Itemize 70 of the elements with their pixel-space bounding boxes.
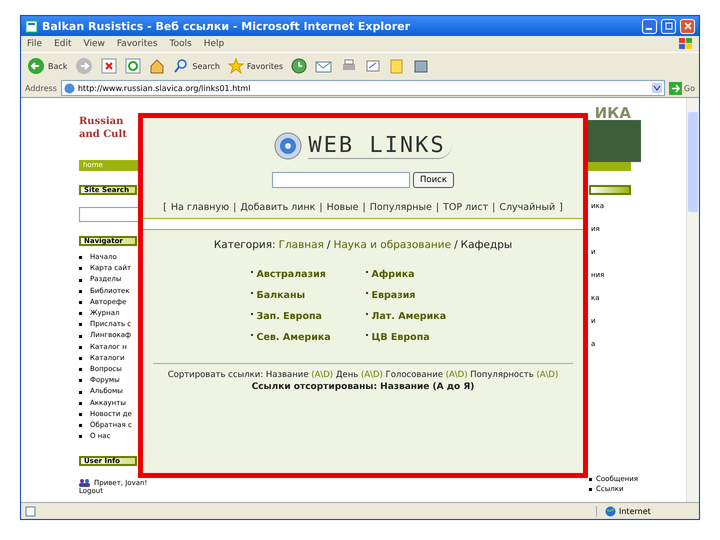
refresh-icon[interactable] <box>125 58 142 74</box>
separator-text: / <box>454 239 458 251</box>
history-icon[interactable] <box>291 58 308 74</box>
window-title: Balkan Rusistics - Веб ссылки - Microsoft Internet Explorer <box>42 20 412 32</box>
menu-item[interactable]: Tools <box>170 39 192 49</box>
nav-link[interactable]: Новые <box>326 202 358 213</box>
nav-link[interactable]: TOP лист <box>443 202 488 213</box>
sort-options-text: Сортировать ссылки: Название (A\D) День (A\D) Голосование (A\D) Популярность (A\D) <box>166 370 560 380</box>
category-link[interactable]: Зап. Европа <box>250 311 366 322</box>
site-banner-title: ИКА <box>594 104 631 122</box>
forward-icon[interactable] <box>75 57 94 75</box>
address-label: Address <box>25 84 57 92</box>
star-icon <box>228 58 244 74</box>
category-link[interactable]: Лат. Америка <box>366 311 466 322</box>
nav-link[interactable]: Добавить линк <box>240 202 316 213</box>
search-field[interactable] <box>272 172 410 188</box>
category-link[interactable]: ЦВ Европа <box>366 332 466 343</box>
restore-icon <box>664 22 672 30</box>
close-icon <box>684 22 692 30</box>
close-button[interactable] <box>680 18 695 34</box>
breadcrumb-current: Кафедры <box>460 239 512 251</box>
users-icon <box>79 478 90 488</box>
category-link[interactable]: Евразия <box>366 290 466 301</box>
search-button[interactable]: Поиск <box>413 172 454 188</box>
scrollbar[interactable] <box>686 98 699 502</box>
menu-item[interactable]: Edit <box>54 39 72 49</box>
nav-link[interactable]: Популярные <box>370 202 432 213</box>
search-icon <box>173 58 190 74</box>
separator-text: | <box>233 202 236 213</box>
separator-text: | <box>436 202 440 213</box>
separator-text: | <box>319 202 323 213</box>
search-button[interactable]: Search <box>173 58 220 74</box>
stop-icon[interactable] <box>101 58 118 74</box>
folder-icon[interactable] <box>389 58 406 74</box>
separator-text: | <box>362 202 366 213</box>
menu-item[interactable]: View <box>84 39 105 49</box>
breadcrumb-link[interactable]: Наука и образование <box>333 239 452 251</box>
zone-label: Internet <box>619 506 651 516</box>
breadcrumb-link[interactable]: Главная <box>278 239 324 251</box>
nav-link[interactable]: На главную <box>170 202 230 213</box>
bracket-text: ] <box>559 202 563 213</box>
site-tagline: Russian and Cult <box>79 115 127 141</box>
go-arrow-icon <box>668 82 682 94</box>
windows-logo-icon <box>679 38 693 50</box>
menu-item[interactable]: Favorites <box>116 39 158 49</box>
go-button[interactable]: Go <box>668 82 695 94</box>
category-link[interactable]: Сев. Америка <box>250 332 366 343</box>
edit-icon[interactable] <box>365 58 382 74</box>
menu-item[interactable]: Help <box>204 39 224 49</box>
category-link[interactable]: Африка <box>366 269 466 280</box>
home-icon[interactable] <box>149 58 166 74</box>
separator-text: / <box>326 239 330 251</box>
nav-link[interactable]: Случайный <box>499 202 556 213</box>
separator-text: | <box>492 202 496 213</box>
gear-icon <box>274 132 302 160</box>
web-links-logo: WEB LINKS <box>308 133 452 159</box>
menu-item[interactable]: File <box>27 39 42 49</box>
category-label: Категория: <box>214 239 276 251</box>
section-heading <box>589 185 631 195</box>
dropdown-icon[interactable] <box>652 83 662 93</box>
globe-icon <box>605 506 616 516</box>
category-link[interactable]: Австралазия <box>250 269 366 280</box>
favorites-button[interactable]: Favorites <box>228 58 284 74</box>
minimize-button[interactable] <box>642 18 657 34</box>
address-field[interactable]: http://www.russian.slavica.org/links01.html <box>60 80 665 96</box>
sorted-by-text: Ссылки отсортированы: Название (А до Я) <box>252 382 474 392</box>
bracket-text: [ <box>163 202 167 213</box>
restore-button[interactable] <box>661 18 676 34</box>
category-link[interactable]: Балканы <box>250 290 366 301</box>
back-button[interactable]: Back <box>27 57 68 75</box>
